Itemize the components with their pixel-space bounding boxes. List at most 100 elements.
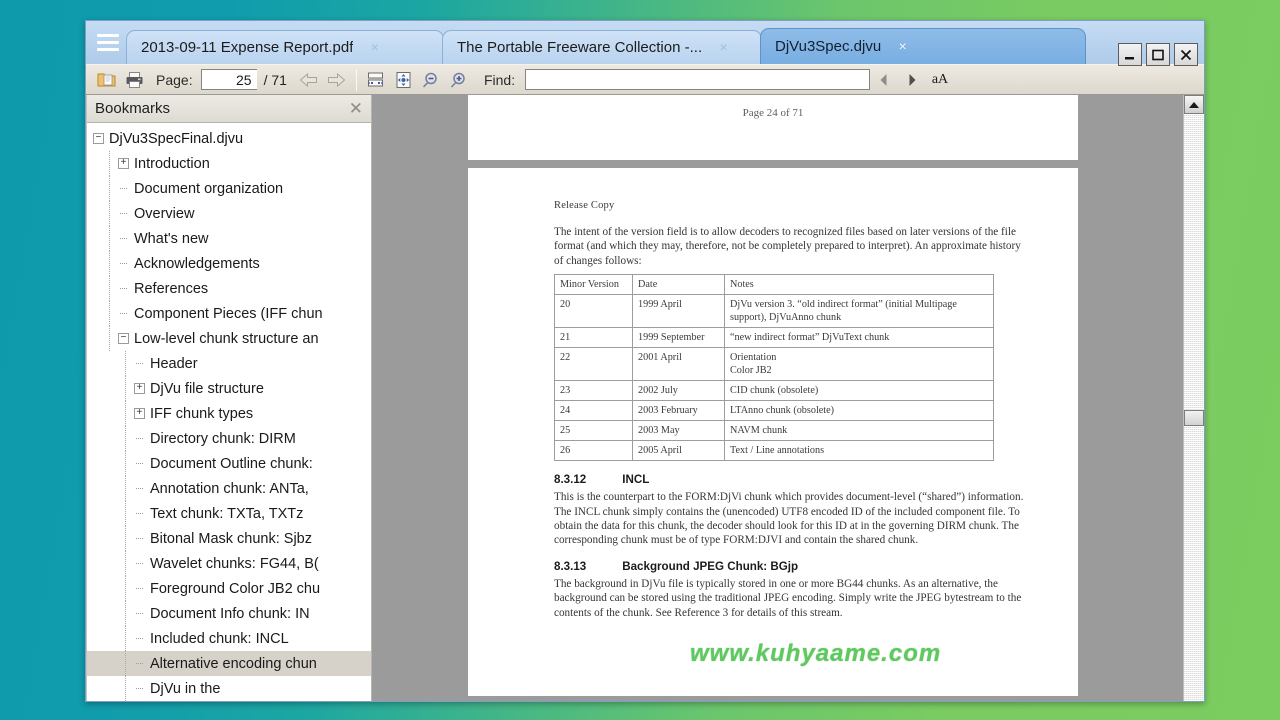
bookmark-item[interactable]: DjVu in the bbox=[87, 676, 371, 701]
table-header-row: Minor Version Date Notes bbox=[554, 274, 994, 296]
bookmark-item[interactable]: Acknowledgements bbox=[87, 251, 371, 276]
match-case-icon[interactable]: aA bbox=[926, 66, 954, 93]
section-heading-8-3-13: 8.3.13 Background JPEG Chunk: BGjp bbox=[554, 560, 1024, 573]
tab-expense-report[interactable]: 2013-09-11 Expense Report.pdf × bbox=[126, 30, 444, 64]
tree-guide-line bbox=[109, 151, 118, 176]
bookmark-item[interactable]: Header bbox=[87, 351, 371, 376]
bookmark-item[interactable]: − DjVu3SpecFinal.djvu bbox=[87, 126, 371, 151]
bookmark-item[interactable]: + IFF chunk types bbox=[87, 401, 371, 426]
bookmark-item[interactable]: Component Pieces (IFF chun bbox=[87, 301, 371, 326]
table-row: 21 1999 September “new indirect format” Dj… bbox=[554, 327, 994, 349]
print-icon[interactable] bbox=[120, 66, 148, 93]
find-navigation: aA bbox=[870, 66, 954, 93]
bookmark-item[interactable]: Overview bbox=[87, 201, 371, 226]
bookmark-item[interactable]: − Low-level chunk structure an bbox=[87, 326, 371, 351]
bookmarks-tree[interactable]: − DjVu3SpecFinal.djvu + Introduction Documen… bbox=[87, 123, 371, 701]
tree-guide-line bbox=[109, 326, 118, 351]
table-cell: 20 bbox=[554, 294, 633, 329]
table-cell: DjVu version 3. “old indirect format” (i… bbox=[724, 294, 994, 329]
bookmark-item[interactable]: Foreground Color JB2 chu bbox=[87, 576, 371, 601]
tree-guide-line bbox=[109, 276, 118, 301]
bookmark-item[interactable]: References bbox=[87, 276, 371, 301]
bookmark-item[interactable]: Document Outline chunk: bbox=[87, 451, 371, 476]
zoom-in-icon[interactable] bbox=[446, 66, 474, 93]
bookmark-label: Included chunk: INCL bbox=[150, 630, 289, 647]
zoom-out-icon[interactable] bbox=[418, 66, 446, 93]
maximize-button[interactable] bbox=[1146, 43, 1170, 66]
bookmark-item[interactable]: + Introduction bbox=[87, 151, 371, 176]
tree-leaf-icon bbox=[134, 683, 145, 694]
bookmark-item[interactable]: What's new bbox=[87, 226, 371, 251]
vertical-scrollbar[interactable] bbox=[1183, 95, 1204, 701]
table-cell: Orientation Color JB2 bbox=[724, 347, 994, 382]
page-current: Release Copy The intent of the version f… bbox=[468, 168, 1078, 696]
table-cell: 1999 September bbox=[632, 327, 725, 349]
menu-hamburger-icon[interactable] bbox=[90, 24, 126, 64]
bookmark-item[interactable]: Document organization bbox=[87, 176, 371, 201]
find-previous-icon[interactable] bbox=[870, 66, 898, 93]
tab-close-icon[interactable]: × bbox=[895, 39, 910, 54]
bookmark-item[interactable]: Document Info chunk: IN bbox=[87, 601, 371, 626]
bookmark-label: Introduction bbox=[134, 155, 210, 172]
collapse-icon[interactable]: − bbox=[93, 133, 104, 144]
bookmark-item[interactable]: Included chunk: INCL bbox=[87, 626, 371, 651]
bookmark-item[interactable]: + DjVu file structure bbox=[87, 376, 371, 401]
tree-leaf-icon bbox=[118, 283, 129, 294]
tree-leaf-icon bbox=[134, 658, 145, 669]
tree-guide-line bbox=[125, 426, 134, 451]
tree-leaf-icon bbox=[134, 358, 145, 369]
expand-icon[interactable]: + bbox=[134, 408, 145, 419]
minimize-button[interactable] bbox=[1118, 43, 1142, 66]
page-label: Page: bbox=[156, 71, 193, 88]
find-input-wrapper[interactable] bbox=[525, 69, 870, 90]
table-cell: 26 bbox=[554, 440, 633, 462]
tree-guide-line bbox=[125, 601, 134, 626]
bookmark-item[interactable]: Alternative encoding chun bbox=[87, 651, 371, 676]
collapse-icon[interactable]: − bbox=[118, 333, 129, 344]
expand-icon[interactable]: + bbox=[134, 383, 145, 394]
find-input[interactable] bbox=[526, 70, 869, 89]
table-cell: LTAnno chunk (obsolete) bbox=[724, 400, 994, 422]
open-file-icon[interactable] bbox=[92, 66, 120, 93]
tab-close-icon[interactable]: × bbox=[716, 40, 731, 55]
bookmark-item[interactable]: Annotation chunk: ANTa, bbox=[87, 476, 371, 501]
close-button[interactable] bbox=[1174, 43, 1198, 66]
fit-width-icon[interactable] bbox=[362, 66, 390, 93]
tab-portable-freeware[interactable]: The Portable Freeware Collection -... × bbox=[442, 30, 762, 64]
bookmarks-close-icon[interactable]: ✕ bbox=[349, 100, 363, 117]
watermark: www.kuhyaame.com bbox=[690, 640, 942, 667]
bookmark-label: Acknowledgements bbox=[134, 255, 260, 272]
bookmark-item[interactable]: Directory chunk: DIRM bbox=[87, 426, 371, 451]
bookmark-item[interactable]: Bitonal Mask chunk: Sjbz bbox=[87, 526, 371, 551]
page-header-label: Page 24 of 71 bbox=[742, 107, 804, 119]
bookmark-label: Bitonal Mask chunk: Sjbz bbox=[150, 530, 312, 547]
fit-page-icon[interactable] bbox=[390, 66, 418, 93]
bookmark-item[interactable]: Wavelet chunks: FG44, B( bbox=[87, 551, 371, 576]
section-title: INCL bbox=[622, 473, 650, 487]
window-body: Bookmarks ✕ − DjVu3SpecFinal.djvu + Introdu… bbox=[86, 95, 1204, 701]
application-window: 2013-09-11 Expense Report.pdf × The Port… bbox=[85, 20, 1205, 702]
expand-icon[interactable]: + bbox=[118, 158, 129, 169]
tree-guide-line bbox=[125, 476, 134, 501]
find-next-icon[interactable] bbox=[898, 66, 926, 93]
tree-leaf-icon bbox=[134, 533, 145, 544]
tab-djvu3spec[interactable]: DjVu3Spec.djvu × bbox=[760, 28, 1086, 64]
tab-close-icon[interactable]: × bbox=[367, 40, 382, 55]
bookmark-label: DjVu file structure bbox=[150, 380, 264, 397]
bookmark-item[interactable]: Text chunk: TXTa, TXTz bbox=[87, 501, 371, 526]
document-viewport[interactable]: Page 24 of 71 Release Copy The intent of… bbox=[372, 95, 1183, 701]
next-page-icon[interactable] bbox=[323, 66, 351, 93]
scrollbar-thumb[interactable] bbox=[1184, 410, 1204, 426]
previous-page-icon[interactable] bbox=[295, 66, 323, 93]
page-number-input[interactable]: 25 bbox=[200, 69, 257, 90]
tree-leaf-icon bbox=[118, 233, 129, 244]
scroll-up-arrow-icon[interactable] bbox=[1184, 95, 1204, 114]
